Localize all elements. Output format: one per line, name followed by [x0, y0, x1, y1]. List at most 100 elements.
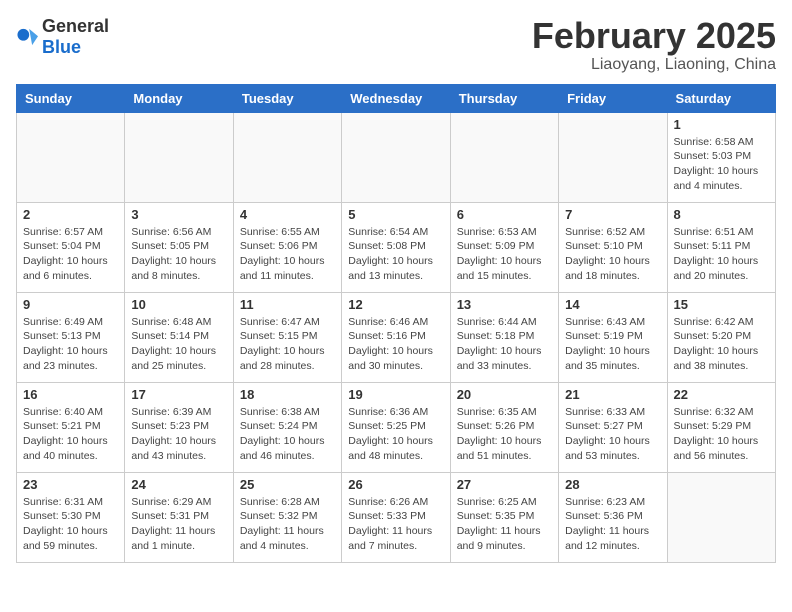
calendar-cell: 15 Sunrise: 6:42 AM Sunset: 5:20 PM Dayli…: [667, 292, 775, 382]
weekday-header-tuesday: Tuesday: [233, 84, 341, 112]
calendar-cell: 26Sunrise: 6:26 AM Sunset: 5:33 PM Dayli…: [342, 472, 450, 562]
logo-blue: Blue: [42, 37, 81, 57]
day-number: 24: [131, 477, 226, 492]
calendar-cell: [450, 112, 558, 202]
weekday-header-saturday: Saturday: [667, 84, 775, 112]
calendar-week-2: 2 Sunrise: 6:57 AM Sunset: 5:04 PM Daylig…: [17, 202, 776, 292]
weekday-header-friday: Friday: [559, 84, 667, 112]
day-info: Sunrise: 6:48 AM Sunset: 5:14 PM Dayligh…: [131, 315, 226, 374]
weekday-header-wednesday: Wednesday: [342, 84, 450, 112]
calendar-table: SundayMondayTuesdayWednesdayThursdayFrid…: [16, 84, 776, 563]
calendar-cell: 2 Sunrise: 6:57 AM Sunset: 5:04 PM Daylig…: [17, 202, 125, 292]
logo-icon: [16, 26, 38, 48]
day-info: Sunrise: 6:57 AM Sunset: 5:04 PM Dayligh…: [23, 225, 118, 284]
day-info: Sunrise: 6:23 AM Sunset: 5:36 PM Dayligh…: [565, 495, 660, 554]
calendar-cell: 11Sunrise: 6:47 AM Sunset: 5:15 PM Dayli…: [233, 292, 341, 382]
calendar-week-4: 16 Sunrise: 6:40 AM Sunset: 5:21 PM Dayli…: [17, 382, 776, 472]
day-number: 19: [348, 387, 443, 402]
day-info: Sunrise: 6:39 AM Sunset: 5:23 PM Dayligh…: [131, 405, 226, 464]
day-number: 11: [240, 297, 335, 312]
day-info: Sunrise: 6:56 AM Sunset: 5:05 PM Dayligh…: [131, 225, 226, 284]
day-number: 1: [674, 117, 769, 132]
calendar-week-5: 23Sunrise: 6:31 AM Sunset: 5:30 PM Dayli…: [17, 472, 776, 562]
calendar-cell: 4Sunrise: 6:55 AM Sunset: 5:06 PM Daylig…: [233, 202, 341, 292]
calendar-cell: 16 Sunrise: 6:40 AM Sunset: 5:21 PM Dayli…: [17, 382, 125, 472]
title-section: February 2025 Liaoyang, Liaoning, China: [532, 16, 776, 74]
day-info: Sunrise: 6:25 AM Sunset: 5:35 PM Dayligh…: [457, 495, 552, 554]
day-number: 16: [23, 387, 118, 402]
day-number: 7: [565, 207, 660, 222]
weekday-header-sunday: Sunday: [17, 84, 125, 112]
day-number: 15: [674, 297, 769, 312]
day-info: Sunrise: 6:38 AM Sunset: 5:24 PM Dayligh…: [240, 405, 335, 464]
day-number: 22: [674, 387, 769, 402]
day-info: Sunrise: 6:33 AM Sunset: 5:27 PM Dayligh…: [565, 405, 660, 464]
calendar-cell: 28 Sunrise: 6:23 AM Sunset: 5:36 PM Dayli…: [559, 472, 667, 562]
calendar-cell: 19 Sunrise: 6:36 AM Sunset: 5:25 PM Dayli…: [342, 382, 450, 472]
day-info: Sunrise: 6:40 AM Sunset: 5:21 PM Dayligh…: [23, 405, 118, 464]
calendar-cell: 8Sunrise: 6:51 AM Sunset: 5:11 PM Daylig…: [667, 202, 775, 292]
day-number: 28: [565, 477, 660, 492]
calendar-cell: 6 Sunrise: 6:53 AM Sunset: 5:09 PM Daylig…: [450, 202, 558, 292]
day-info: Sunrise: 6:26 AM Sunset: 5:33 PM Dayligh…: [348, 495, 443, 554]
day-number: 18: [240, 387, 335, 402]
day-info: Sunrise: 6:53 AM Sunset: 5:09 PM Dayligh…: [457, 225, 552, 284]
calendar-cell: 14 Sunrise: 6:43 AM Sunset: 5:19 PM Dayli…: [559, 292, 667, 382]
day-number: 10: [131, 297, 226, 312]
day-number: 14: [565, 297, 660, 312]
calendar-cell: 3 Sunrise: 6:56 AM Sunset: 5:05 PM Daylig…: [125, 202, 233, 292]
day-number: 5: [348, 207, 443, 222]
calendar-cell: [667, 472, 775, 562]
calendar-header: SundayMondayTuesdayWednesdayThursdayFrid…: [17, 84, 776, 112]
day-number: 13: [457, 297, 552, 312]
calendar-cell: 24 Sunrise: 6:29 AM Sunset: 5:31 PM Dayli…: [125, 472, 233, 562]
page-header: General Blue February 2025 Liaoyang, Lia…: [16, 16, 776, 74]
day-info: Sunrise: 6:28 AM Sunset: 5:32 PM Dayligh…: [240, 495, 335, 554]
calendar-cell: 7 Sunrise: 6:52 AM Sunset: 5:10 PM Daylig…: [559, 202, 667, 292]
calendar-cell: 22 Sunrise: 6:32 AM Sunset: 5:29 PM Dayli…: [667, 382, 775, 472]
calendar-cell: 27 Sunrise: 6:25 AM Sunset: 5:35 PM Dayli…: [450, 472, 558, 562]
day-number: 27: [457, 477, 552, 492]
calendar-cell: 13 Sunrise: 6:44 AM Sunset: 5:18 PM Dayli…: [450, 292, 558, 382]
calendar-week-1: 1 Sunrise: 6:58 AM Sunset: 5:03 PM Daylig…: [17, 112, 776, 202]
calendar-week-3: 9 Sunrise: 6:49 AM Sunset: 5:13 PM Daylig…: [17, 292, 776, 382]
day-info: Sunrise: 6:43 AM Sunset: 5:19 PM Dayligh…: [565, 315, 660, 374]
calendar-cell: [233, 112, 341, 202]
day-number: 21: [565, 387, 660, 402]
weekday-header-row: SundayMondayTuesdayWednesdayThursdayFrid…: [17, 84, 776, 112]
location-subtitle: Liaoyang, Liaoning, China: [532, 56, 776, 74]
day-info: Sunrise: 6:51 AM Sunset: 5:11 PM Dayligh…: [674, 225, 769, 284]
calendar-cell: 9 Sunrise: 6:49 AM Sunset: 5:13 PM Daylig…: [17, 292, 125, 382]
day-number: 23: [23, 477, 118, 492]
day-info: Sunrise: 6:35 AM Sunset: 5:26 PM Dayligh…: [457, 405, 552, 464]
day-number: 2: [23, 207, 118, 222]
logo-text: General Blue: [42, 16, 109, 58]
calendar-cell: 10 Sunrise: 6:48 AM Sunset: 5:14 PM Dayli…: [125, 292, 233, 382]
day-info: Sunrise: 6:49 AM Sunset: 5:13 PM Dayligh…: [23, 315, 118, 374]
day-info: Sunrise: 6:58 AM Sunset: 5:03 PM Dayligh…: [674, 135, 769, 194]
day-info: Sunrise: 6:42 AM Sunset: 5:20 PM Dayligh…: [674, 315, 769, 374]
day-number: 25: [240, 477, 335, 492]
calendar-cell: 21 Sunrise: 6:33 AM Sunset: 5:27 PM Dayli…: [559, 382, 667, 472]
day-info: Sunrise: 6:54 AM Sunset: 5:08 PM Dayligh…: [348, 225, 443, 284]
logo: General Blue: [16, 16, 109, 58]
day-number: 6: [457, 207, 552, 222]
calendar-cell: 23Sunrise: 6:31 AM Sunset: 5:30 PM Dayli…: [17, 472, 125, 562]
calendar-body: 1 Sunrise: 6:58 AM Sunset: 5:03 PM Daylig…: [17, 112, 776, 562]
day-info: Sunrise: 6:29 AM Sunset: 5:31 PM Dayligh…: [131, 495, 226, 554]
calendar-cell: 17Sunrise: 6:39 AM Sunset: 5:23 PM Dayli…: [125, 382, 233, 472]
day-number: 9: [23, 297, 118, 312]
day-info: Sunrise: 6:32 AM Sunset: 5:29 PM Dayligh…: [674, 405, 769, 464]
calendar-cell: 1 Sunrise: 6:58 AM Sunset: 5:03 PM Daylig…: [667, 112, 775, 202]
day-number: 20: [457, 387, 552, 402]
calendar-cell: 25 Sunrise: 6:28 AM Sunset: 5:32 PM Dayli…: [233, 472, 341, 562]
day-info: Sunrise: 6:55 AM Sunset: 5:06 PM Dayligh…: [240, 225, 335, 284]
calendar-cell: 12Sunrise: 6:46 AM Sunset: 5:16 PM Dayli…: [342, 292, 450, 382]
calendar-cell: 5 Sunrise: 6:54 AM Sunset: 5:08 PM Daylig…: [342, 202, 450, 292]
day-info: Sunrise: 6:36 AM Sunset: 5:25 PM Dayligh…: [348, 405, 443, 464]
day-info: Sunrise: 6:44 AM Sunset: 5:18 PM Dayligh…: [457, 315, 552, 374]
day-info: Sunrise: 6:52 AM Sunset: 5:10 PM Dayligh…: [565, 225, 660, 284]
day-number: 3: [131, 207, 226, 222]
weekday-header-monday: Monday: [125, 84, 233, 112]
calendar-cell: 18 Sunrise: 6:38 AM Sunset: 5:24 PM Dayli…: [233, 382, 341, 472]
